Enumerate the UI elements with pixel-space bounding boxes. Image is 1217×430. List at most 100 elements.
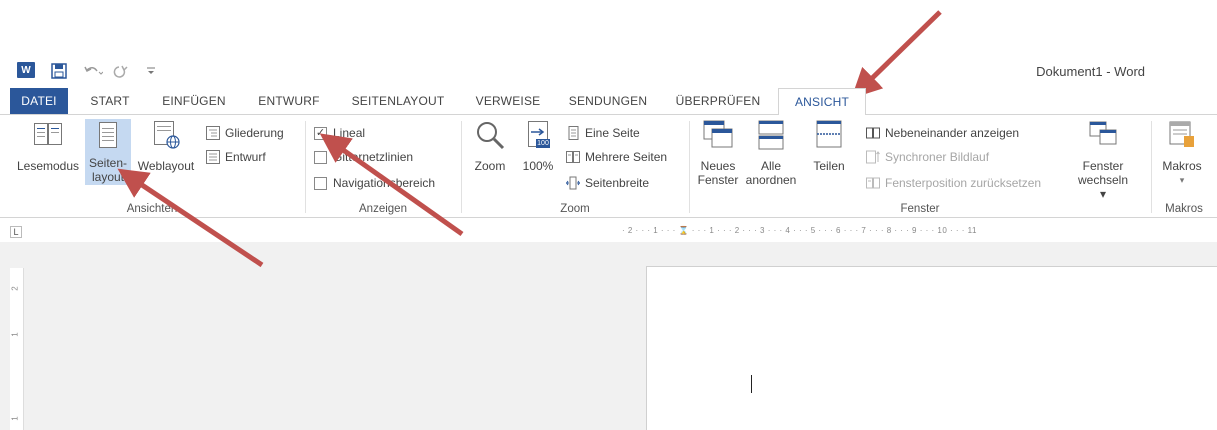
page-width-label: Seitenbreite: [585, 176, 650, 190]
zoom-label: Zoom: [474, 159, 506, 173]
one-page-label: Eine Seite: [585, 126, 640, 140]
new-window-label-2: Fenster: [697, 173, 739, 187]
group-separator: [689, 121, 690, 213]
read-mode-button[interactable]: Lesemodus: [10, 119, 86, 173]
tab-ueberpruefen[interactable]: ÜBERPRÜFEN: [670, 88, 766, 114]
switch-windows-label-2: wechseln ▾: [1077, 173, 1129, 201]
zoom-100-badge: 100: [536, 139, 550, 148]
page-width-icon: [565, 176, 581, 190]
ruler-label: Lineal: [333, 126, 366, 140]
multiple-pages-icon: [566, 150, 580, 164]
one-page-button[interactable]: Eine Seite: [566, 123, 640, 143]
word-logo-icon[interactable]: W: [17, 62, 35, 78]
undo-icon[interactable]: [82, 62, 104, 80]
web-layout-label: Weblayout: [137, 159, 195, 173]
vertical-ruler[interactable]: 2 1 1: [10, 268, 24, 430]
document-canvas: 2 1 1: [0, 242, 1217, 430]
synchronous-scrolling-button[interactable]: Synchroner Bildlauf: [866, 147, 989, 167]
tab-ansicht[interactable]: ANSICHT: [778, 88, 866, 115]
print-layout-icon: [92, 120, 124, 151]
magnifier-icon: [474, 119, 506, 151]
split-button[interactable]: Teilen: [806, 119, 852, 173]
zoom-100-icon: 100: [522, 119, 554, 151]
tab-verweise[interactable]: VERWEISE: [468, 88, 548, 114]
arrange-all-button[interactable]: Alle anordnen: [740, 119, 802, 187]
web-layout-icon: [150, 119, 182, 151]
switch-windows-label-1: Fenster: [1082, 159, 1124, 173]
page-width-button[interactable]: Seitenbreite: [565, 173, 650, 193]
sync-scroll-icon: [866, 150, 880, 164]
tab-selector[interactable]: L: [10, 226, 22, 238]
group-label-zoom: Zoom: [560, 203, 590, 215]
macros-label: Makros: [1162, 159, 1202, 173]
tab-seitenlayout[interactable]: SEITENLAYOUT: [343, 88, 453, 114]
reset-position-icon: [866, 176, 880, 190]
horizontal-ruler[interactable]: · 2 · · · 1 · · · ⌛ · · · 1 · · · 2 · · …: [622, 226, 1217, 238]
outline-button[interactable]: Gliederung: [206, 123, 284, 143]
multiple-pages-button[interactable]: Mehrere Seiten: [566, 147, 667, 167]
arrange-all-label-1: Alle: [760, 159, 781, 173]
tab-entwurf[interactable]: ENTWURF: [250, 88, 328, 114]
vertical-ruler-mark: 1: [10, 416, 20, 421]
draft-button[interactable]: Entwurf: [206, 147, 266, 167]
tab-einfuegen[interactable]: EINFÜGEN: [150, 88, 238, 114]
read-mode-icon: [32, 119, 64, 151]
web-layout-button[interactable]: Weblayout: [133, 119, 199, 173]
title-bar: W Dokument1 - Word: [0, 52, 1217, 88]
document-title: Dokument1 - Word: [1036, 64, 1145, 79]
switch-windows-button[interactable]: Fenster wechseln ▾: [1074, 119, 1132, 201]
read-mode-label: Lesemodus: [16, 159, 80, 173]
tab-datei[interactable]: DATEI: [10, 88, 68, 114]
redo-icon[interactable]: [112, 62, 134, 80]
side-by-side-icon: [866, 126, 880, 140]
tab-start[interactable]: START: [80, 88, 140, 114]
group-separator: [461, 121, 462, 213]
save-icon[interactable]: [50, 62, 68, 80]
group-separator: [305, 121, 306, 213]
synchronous-scrolling-label: Synchroner Bildlauf: [885, 150, 990, 164]
ruler-check-icon: ✓: [314, 126, 327, 140]
print-layout-label-1: Seiten-: [88, 156, 128, 170]
zoom-button[interactable]: Zoom: [468, 119, 512, 173]
text-cursor: [751, 375, 752, 393]
split-label: Teilen: [813, 159, 845, 173]
arrange-all-label-2: anordnen: [745, 173, 797, 187]
reset-window-position-button[interactable]: Fensterposition zurücksetzen: [866, 173, 1041, 193]
view-side-by-side-button[interactable]: Nebeneinander anzeigen: [866, 123, 1019, 143]
gridlines-check-icon: [314, 150, 327, 164]
vertical-ruler-mark: 1: [10, 332, 20, 337]
view-side-by-side-label: Nebeneinander anzeigen: [885, 126, 1020, 140]
customize-quick-access-icon[interactable]: [144, 62, 158, 80]
ruler-row: L · 2 · · · 1 · · · ⌛ · · · 1 · · · 2 · …: [0, 218, 1217, 242]
document-page[interactable]: [646, 266, 1217, 430]
group-label-fenster: Fenster: [900, 203, 940, 215]
macros-button[interactable]: Makros ▾: [1154, 119, 1210, 187]
zoom-100-label: 100%: [522, 159, 554, 173]
print-layout-label-2: layout: [91, 170, 125, 184]
group-label-anzeigen: Anzeigen: [359, 203, 407, 215]
tab-sendungen[interactable]: SENDUNGEN: [560, 88, 656, 114]
gridlines-checkbox[interactable]: Gitternetzlinien: [314, 147, 413, 167]
zoom-100-button[interactable]: 100 100%: [516, 119, 560, 173]
new-window-icon: [702, 119, 734, 151]
print-layout-button[interactable]: Seiten- layout: [85, 119, 131, 185]
switch-windows-icon: [1087, 119, 1119, 151]
navigation-pane-check-icon: [314, 176, 327, 190]
split-icon: [813, 119, 845, 151]
outline-icon: [206, 126, 220, 140]
ruler-checkbox[interactable]: ✓ Lineal: [314, 123, 365, 143]
multiple-pages-label: Mehrere Seiten: [585, 150, 668, 164]
macros-dropdown-icon[interactable]: ▾: [1180, 173, 1185, 187]
arrange-all-icon: [755, 119, 787, 151]
new-window-button[interactable]: Neues Fenster: [694, 119, 742, 187]
macros-icon: [1166, 119, 1198, 151]
navigation-pane-checkbox[interactable]: Navigationsbereich: [314, 173, 435, 193]
group-separator: [1151, 121, 1152, 213]
vertical-ruler-mark: 2: [10, 286, 20, 291]
draft-icon: [206, 150, 220, 164]
group-label-makros: Makros: [1165, 203, 1203, 215]
draft-label: Entwurf: [225, 150, 266, 164]
reset-window-position-label: Fensterposition zurücksetzen: [885, 176, 1042, 190]
gridlines-label: Gitternetzlinien: [333, 150, 414, 164]
outline-label: Gliederung: [225, 126, 284, 140]
